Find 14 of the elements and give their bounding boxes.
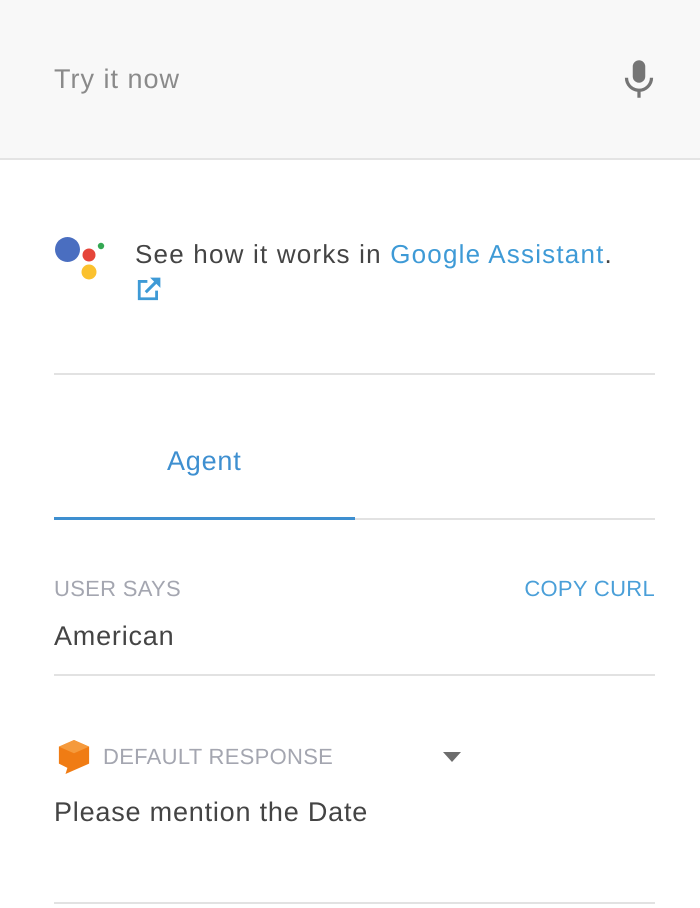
try-it-input[interactable]: Try it now xyxy=(54,61,624,97)
copy-curl-link[interactable]: COPY CURL xyxy=(524,576,655,602)
default-response-label: DEFAULT RESPONSE xyxy=(103,744,334,770)
agent-tab[interactable]: Agent xyxy=(54,377,354,520)
microphone-icon[interactable] xyxy=(624,59,654,99)
response-text: Please mention the Date xyxy=(54,796,370,828)
user-says-text: American xyxy=(54,620,176,652)
external-link-icon[interactable] xyxy=(135,276,163,302)
speech-cube-icon xyxy=(57,739,91,775)
user-says-label: USER SAYS xyxy=(54,576,181,602)
assistant-logo-icon xyxy=(55,236,105,282)
google-assistant-link[interactable]: Google Assistant xyxy=(390,239,605,269)
promo-text: See how it works in Google Assistant. xyxy=(135,238,613,271)
caret-icon[interactable] xyxy=(443,752,461,762)
